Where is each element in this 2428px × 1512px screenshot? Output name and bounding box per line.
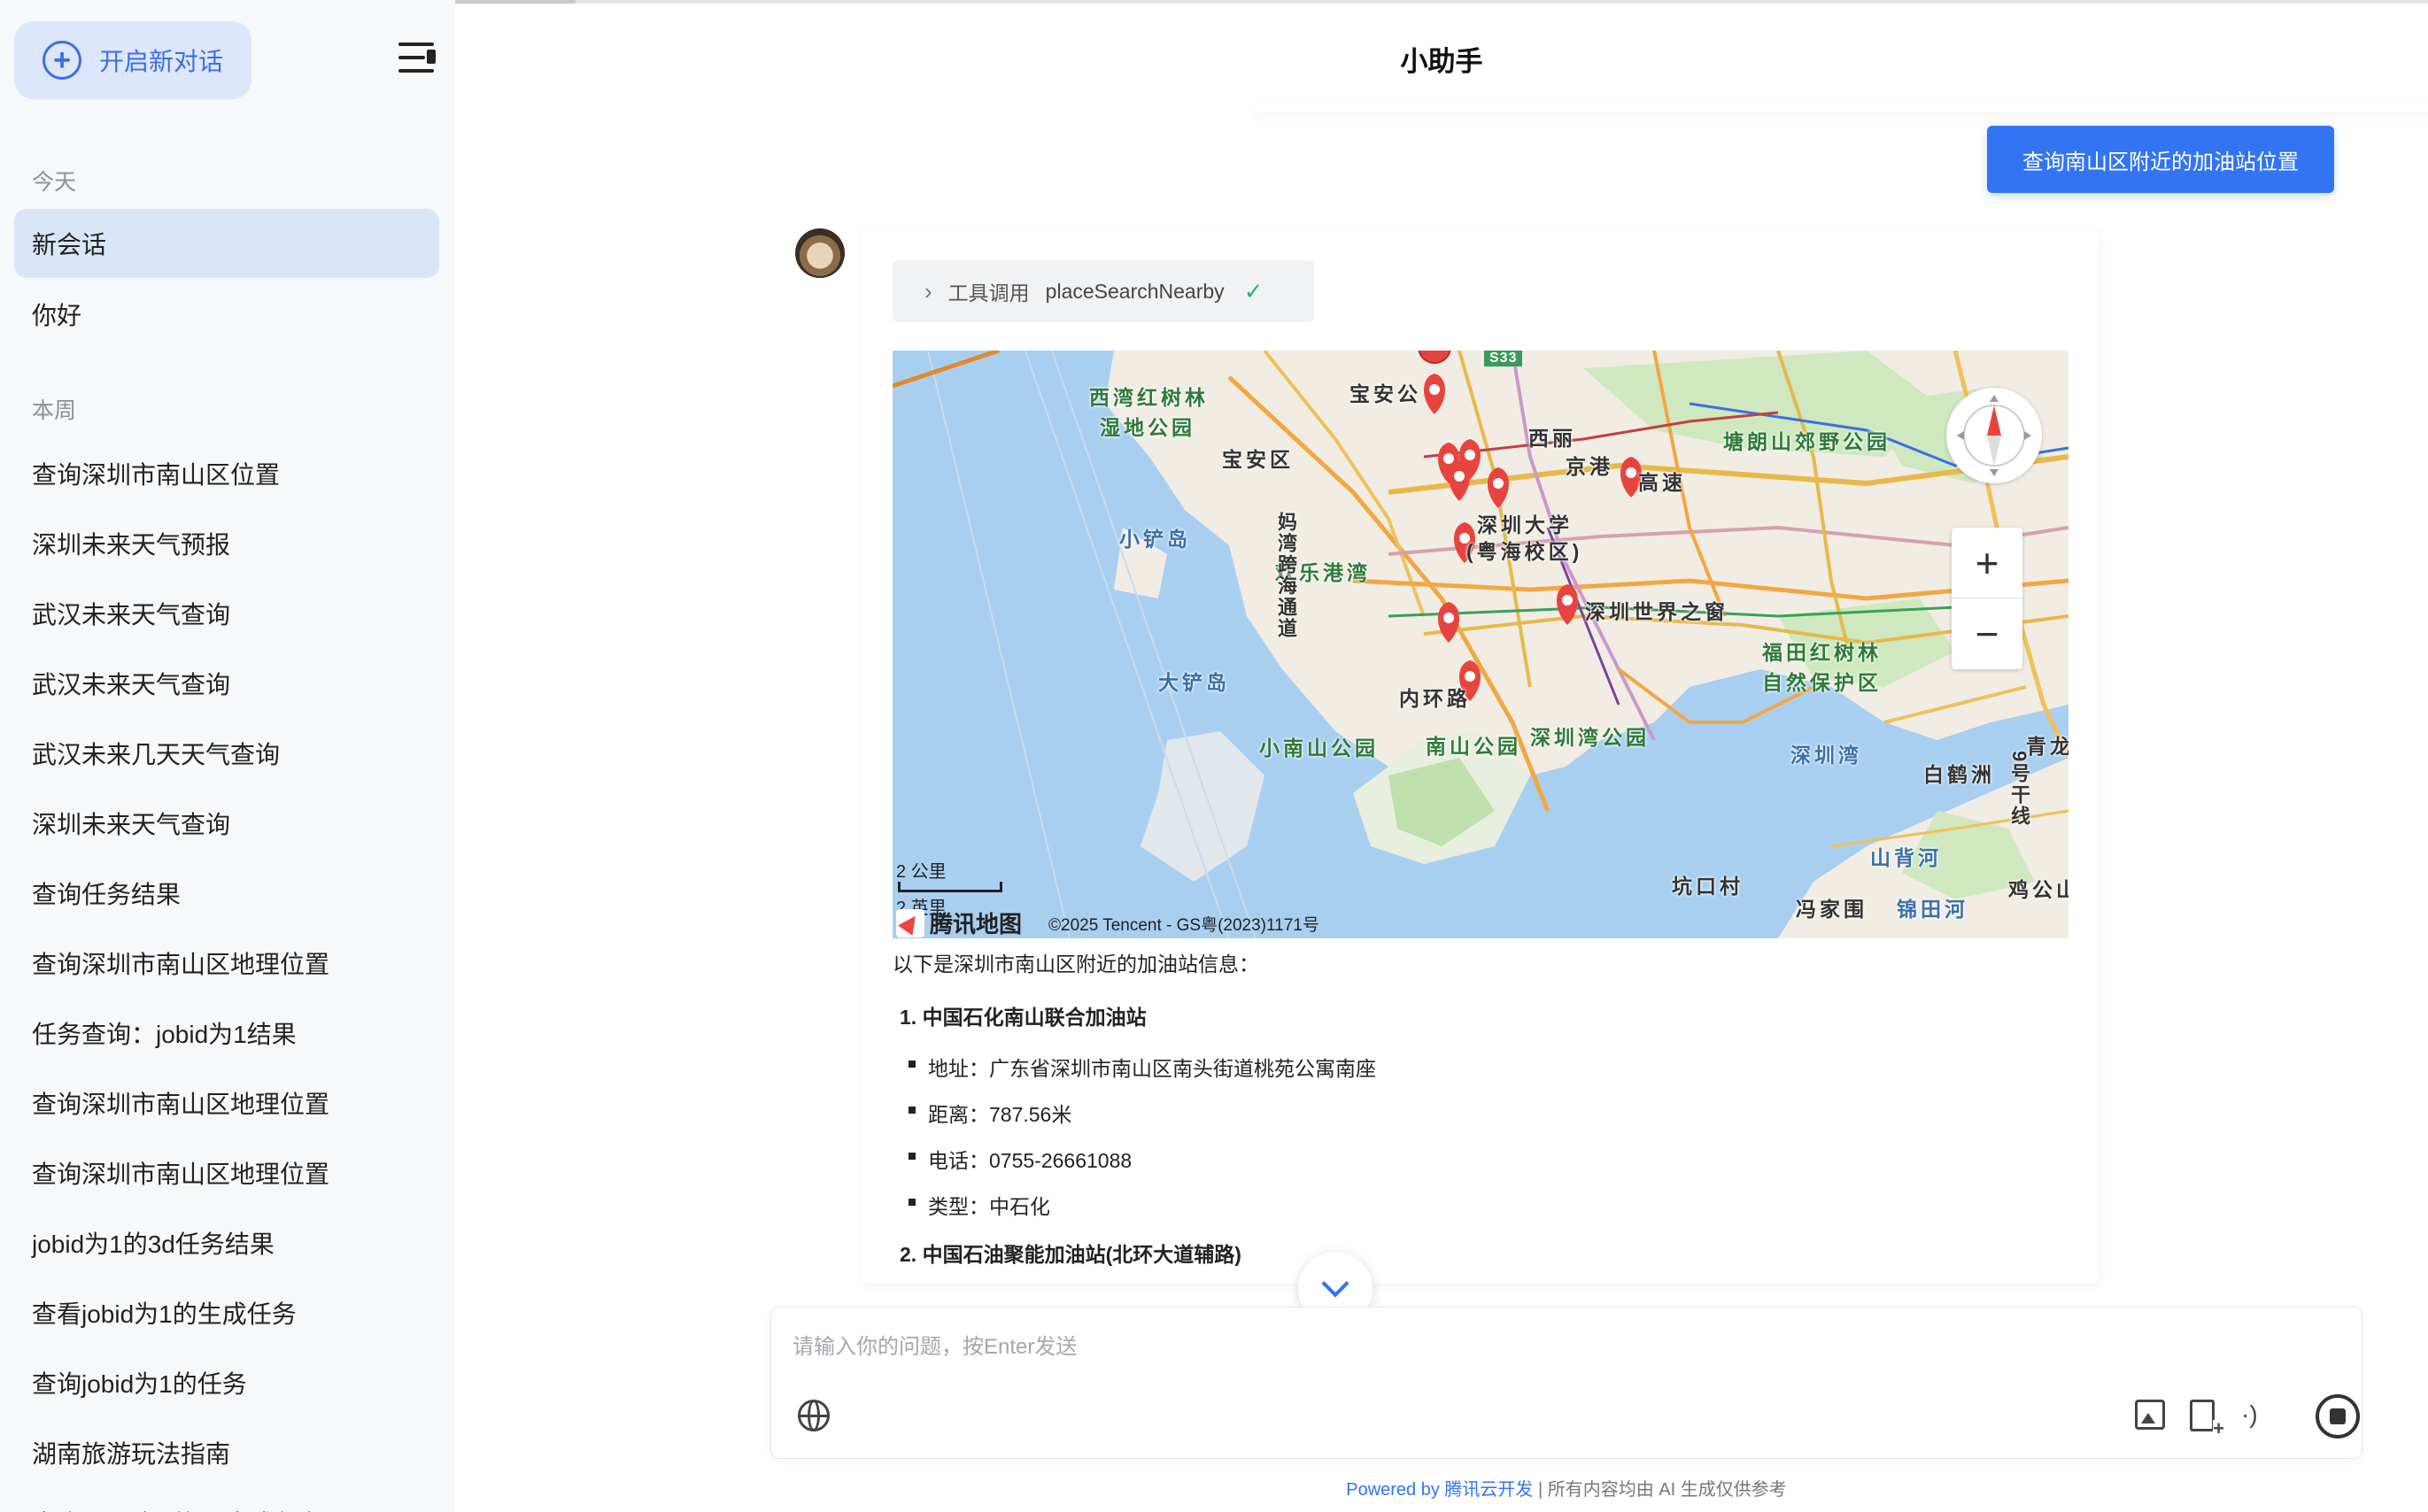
map-label: 坑口村 — [1672, 875, 1744, 898]
map-label: 锦田河 — [1897, 898, 1968, 921]
sidebar-item[interactable]: 武汉未来几天天气查询 — [14, 719, 439, 788]
scale-km: 2 公里 — [896, 862, 947, 882]
chevron-right-icon: › — [924, 277, 932, 305]
plus-circle-icon: + — [43, 41, 81, 80]
collapse-sidebar-icon[interactable] — [398, 41, 436, 76]
tool-call-toggle[interactable]: › 工具调用 placeSearchNearby ✓ — [893, 260, 1314, 322]
map-label: 西湾红树林 — [1089, 386, 1209, 409]
map-label: S33 — [1484, 351, 1523, 366]
new-chat-label: 开启新对话 — [99, 48, 224, 75]
map-label: 鸡公山 — [2008, 878, 2068, 901]
sidebar-item[interactable]: 查询深圳市南山区位置 — [14, 439, 439, 508]
new-chat-button[interactable]: + 开启新对话 — [14, 21, 251, 99]
sidebar-item[interactable]: 查询jobid为1的任务 — [14, 1348, 439, 1417]
map-label: 深圳湾 — [1790, 744, 1862, 767]
station-address: 地址：广东省深圳市南山区南头街道桃苑公寓南座 — [909, 1052, 1376, 1082]
sidebar-item-hello[interactable]: 你好 — [14, 280, 439, 349]
sidebar-item[interactable]: 深圳未来天气预报 — [14, 509, 439, 578]
globe-icon[interactable] — [798, 1400, 830, 1431]
chevron-down-icon — [1321, 1269, 1349, 1298]
assistant-message-card: › 工具调用 placeSearchNearby ✓ 西湾红树林 湿地公园 宝安… — [862, 230, 2099, 1284]
assistant-avatar — [795, 228, 845, 278]
group-label-today: 今天 — [32, 170, 77, 195]
map-label: 宝安公 — [1349, 382, 1421, 405]
sidebar-item[interactable]: 深圳未来天气查询 — [14, 789, 439, 858]
map-zoom-control: + − — [1952, 528, 2022, 669]
tencent-map-icon — [896, 908, 924, 937]
sidebar-item[interactable]: 查询jobid为1的3d生成任务 — [14, 1488, 439, 1512]
message-composer: ·) — [770, 1307, 2362, 1459]
map-label: 西丽 — [1528, 427, 1576, 450]
map-label: 白鹤洲 — [1923, 763, 1995, 786]
tool-call-name: placeSearchNearby — [1045, 279, 1225, 303]
sidebar-item[interactable]: 湖南旅游玩法指南 — [14, 1418, 439, 1487]
sidebar-item[interactable]: 查看jobid为1的生成任务 — [14, 1278, 439, 1347]
station-title: 1. 中国石化南山联合加油站 — [900, 1006, 1147, 1029]
map-label: 深圳世界之窗 — [1585, 600, 1728, 623]
group-label-week: 本周 — [32, 398, 77, 423]
stop-generation-button[interactable] — [2316, 1394, 2360, 1439]
map-label: 9号干线 — [2008, 751, 2030, 828]
sidebar-item[interactable]: jobid为1的3d任务结果 — [14, 1208, 439, 1277]
zoom-in-icon[interactable]: + — [1952, 528, 2022, 598]
map-label: 妈湾跨海通道 — [1275, 512, 1297, 639]
map-label: 宝安区 — [1222, 448, 1294, 471]
zoom-out-icon[interactable]: − — [1952, 598, 2022, 669]
map-label: 塘朗山郊野公园 — [1723, 430, 1891, 453]
stop-icon — [2330, 1408, 2346, 1424]
footer-separator: | — [1537, 1480, 1543, 1500]
station-phone: 电话：0755-26661088 — [908, 1144, 1132, 1174]
sidebar-item[interactable]: 查询深圳市南山区地理位置 — [14, 1138, 439, 1207]
map-label: 深圳大学 — [1477, 513, 1573, 536]
image-upload-icon[interactable] — [2135, 1400, 2165, 1430]
station-distance: 距离：787.56米 — [908, 1098, 1071, 1128]
map-label: 南山公园 — [1426, 735, 1521, 758]
map-label: 深圳湾公园 — [1530, 726, 1650, 749]
chat-header: 小助手 — [455, 0, 2428, 111]
footer-powered: Powered by — [1346, 1480, 1440, 1500]
map-label: 山背河 — [1870, 846, 1942, 869]
sidebar-item[interactable]: 查询任务结果 — [14, 859, 439, 928]
map-label: 内环路 — [1399, 687, 1471, 710]
sidebar: + 开启新对话 今天 新会话 你好 本周 查询深圳市南山区位置 深圳未来天气预报… — [0, 0, 455, 1512]
map-label: 湿地公园 — [1100, 416, 1195, 439]
map-label: 小南山公园 — [1259, 737, 1379, 760]
footer-brand-link[interactable]: 腾讯云开发 — [1444, 1480, 1533, 1500]
map-label: 冯家围 — [1796, 898, 1867, 921]
file-upload-icon[interactable] — [2190, 1400, 2224, 1438]
tool-call-prefix: 工具调用 — [947, 282, 1030, 305]
map-view[interactable]: 西湾红树林 湿地公园 宝安公 宝安区 西丽 塘朗山郊野公园 京港 高速 小铲岛 … — [893, 351, 2068, 938]
map-label: (粤海校区) — [1466, 540, 1583, 563]
footer: Powered by 腾讯云开发 | 所有内容均由 AI 生成仅供参考 — [770, 1475, 2362, 1500]
message-input[interactable] — [793, 1325, 2298, 1369]
check-icon: ✓ — [1243, 277, 1264, 305]
footer-disclaimer: 所有内容均由 AI 生成仅供参考 — [1547, 1480, 1787, 1500]
user-message-bubble: 查询南山区附近的加油站位置 — [1987, 126, 2334, 193]
voice-icon[interactable]: ·) — [2241, 1400, 2271, 1430]
answer-intro: 以下是深圳市南山区附近的加油站信息： — [893, 953, 1259, 976]
sidebar-item[interactable]: 查询深圳市南山区地理位置 — [14, 1068, 439, 1138]
sidebar-item[interactable]: 武汉未来天气查询 — [14, 579, 439, 648]
map-provider-name: 腾讯地图 — [930, 911, 1023, 937]
map-label: 福田红树林 — [1762, 641, 1882, 664]
map-copyright: ©2025 Tencent - GS粤(2023)1171号 — [1048, 916, 1319, 935]
station-title: 2. 中国石油聚能加油站(北环大道辅路) — [900, 1243, 1241, 1266]
map-provider-logo: 腾讯地图 — [896, 906, 1022, 938]
map-label: 京港 — [1566, 455, 1613, 478]
sidebar-item[interactable]: 任务查询：jobid为1结果 — [14, 999, 439, 1068]
compass-icon[interactable] — [1946, 388, 2042, 483]
sidebar-item-new-session[interactable]: 新会话 — [14, 209, 439, 278]
map-label: 大铲岛 — [1158, 671, 1230, 694]
station-type: 类型：中石化 — [909, 1190, 1050, 1220]
sidebar-item[interactable]: 查询深圳市南山区地理位置 — [14, 929, 439, 998]
page-title: 小助手 — [1400, 46, 1483, 77]
map-label: 高速 — [1638, 471, 1686, 494]
sidebar-item[interactable]: 武汉未来天气查询 — [14, 649, 439, 718]
map-label: 小铲岛 — [1119, 528, 1191, 551]
map-label: 自然保护区 — [1762, 671, 1882, 694]
